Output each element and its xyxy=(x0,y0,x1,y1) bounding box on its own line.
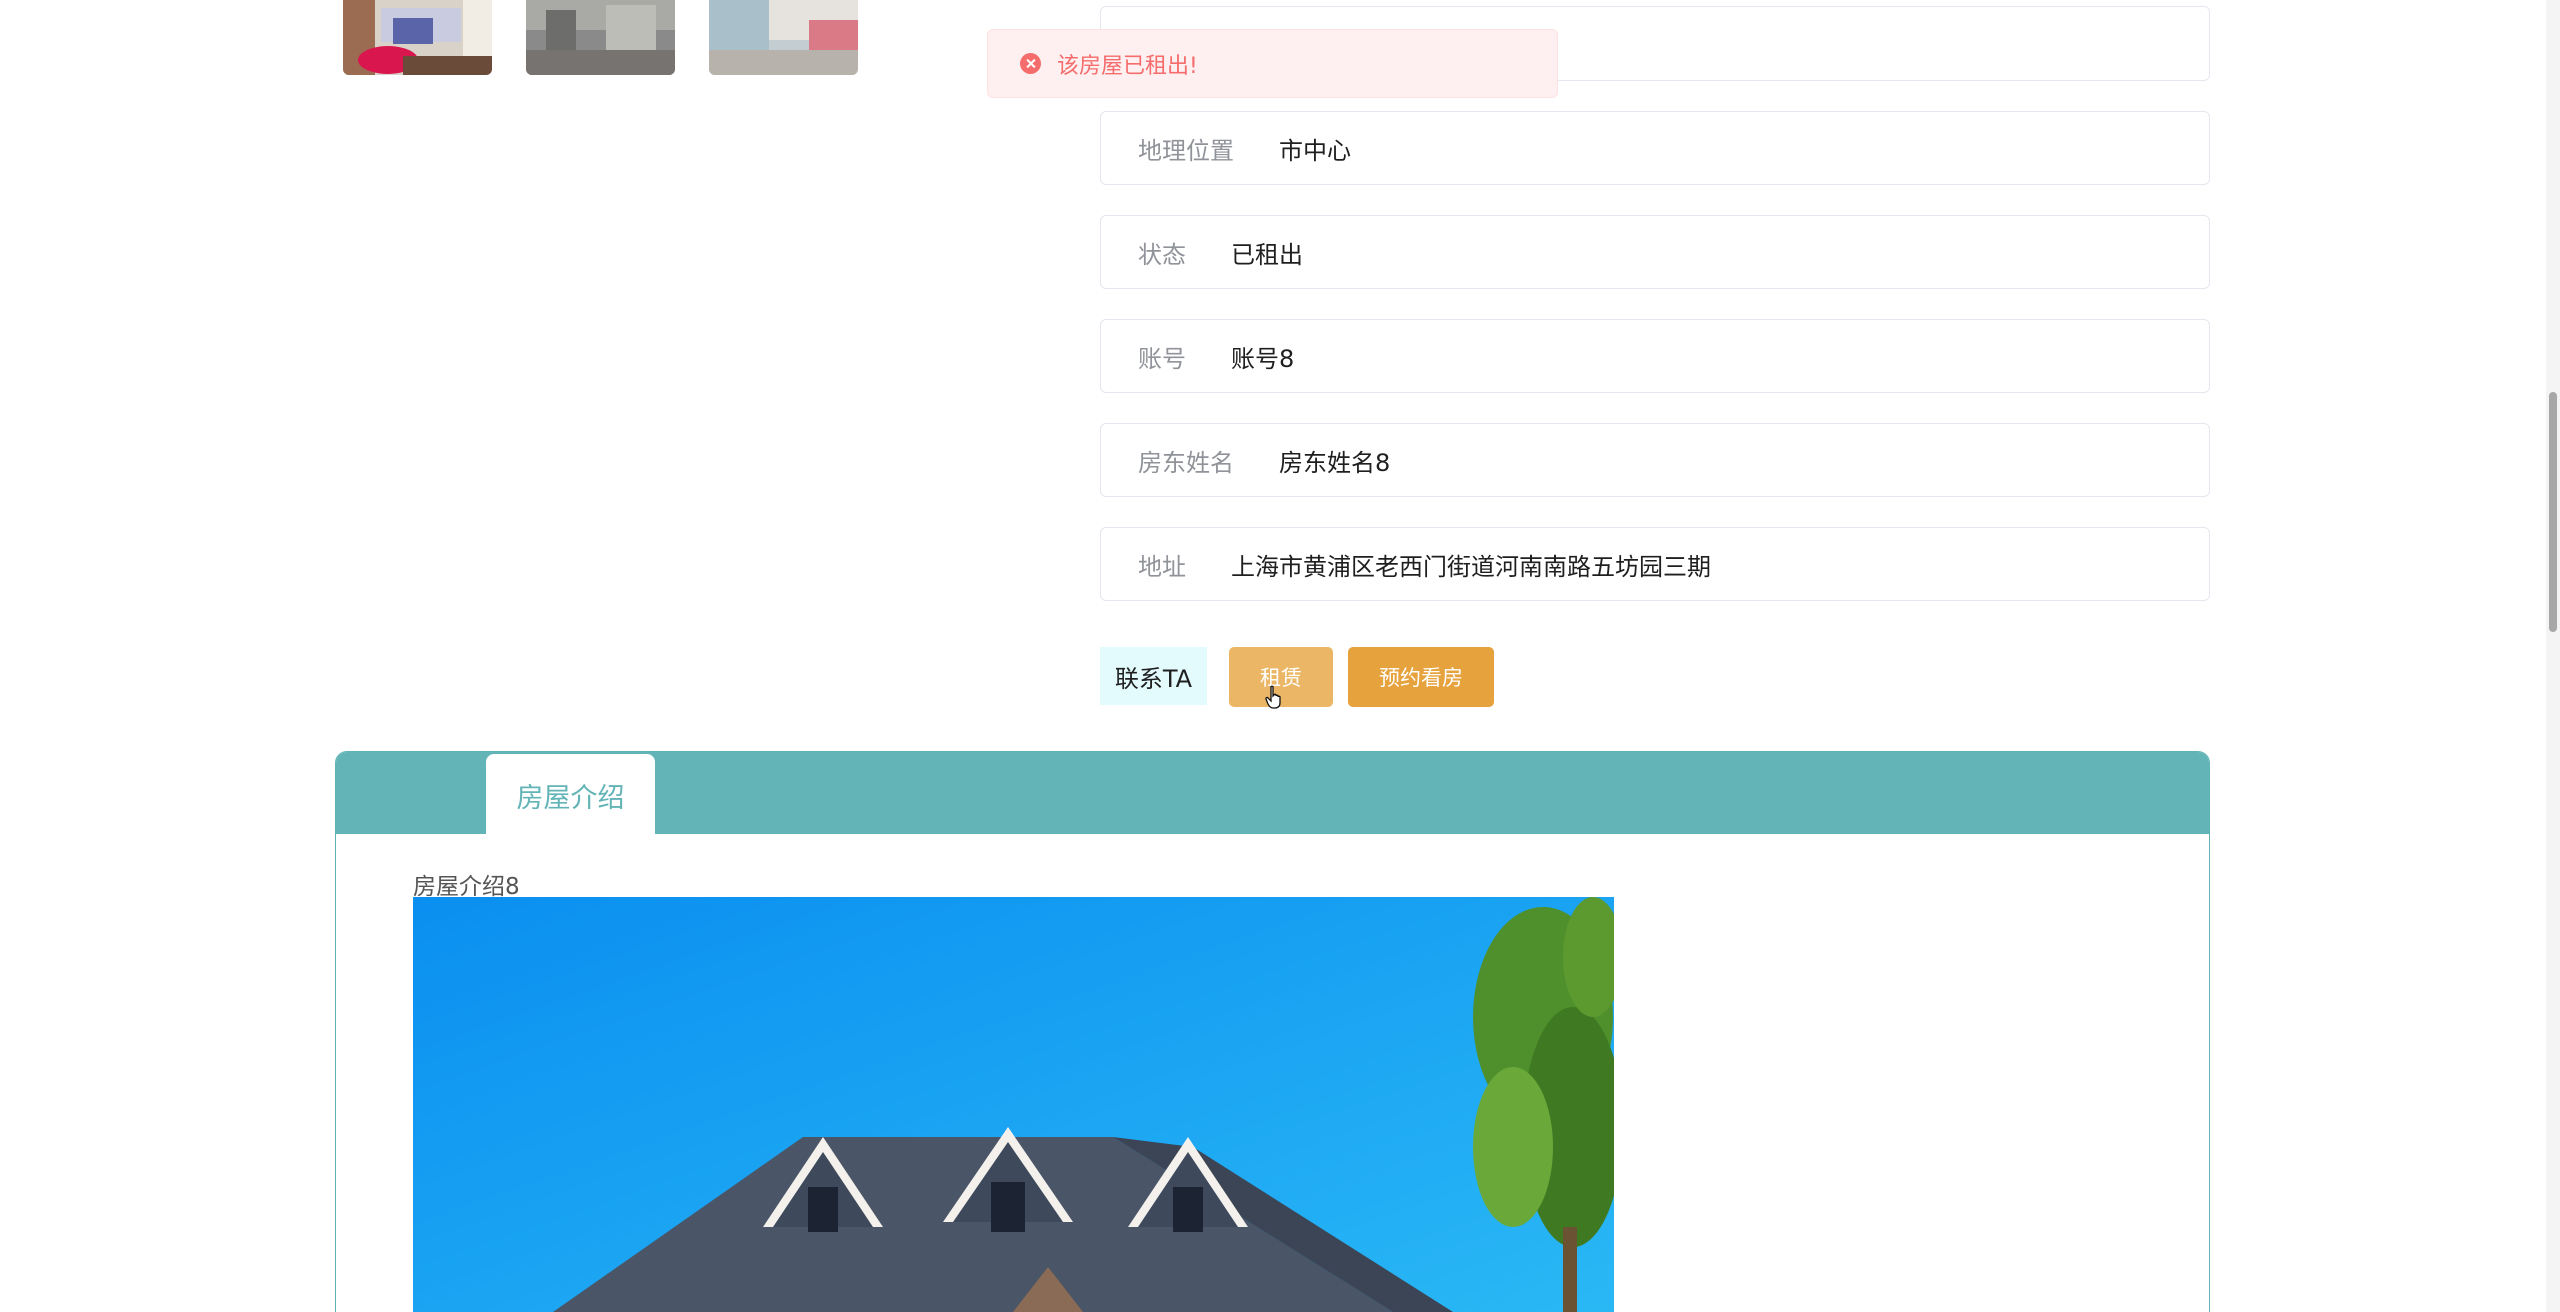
detail-field-status: 状态 已租出 xyxy=(1100,215,2210,289)
house-detail-page: 地理位置 市中心 状态 已租出 账号 账号8 房东姓名 房东姓名8 地址 上海市… xyxy=(0,0,2560,1312)
house-thumbnail-3[interactable] xyxy=(709,0,858,75)
house-intro-text: 房屋介绍8 xyxy=(413,874,520,900)
detail-label: 账号 xyxy=(1138,344,1186,373)
detail-label: 地址 xyxy=(1138,552,1186,581)
error-toast: 该房屋已租出! xyxy=(987,29,1558,98)
page-scrollbar[interactable] xyxy=(2546,0,2560,1312)
tab-house-intro[interactable]: 房屋介绍 xyxy=(486,754,655,836)
detail-value: 账号8 xyxy=(1231,344,1295,373)
hand-pointer-cursor-icon xyxy=(1265,685,1283,713)
house-photo xyxy=(413,897,1614,1312)
scrollbar-thumb[interactable] xyxy=(2549,392,2557,632)
detail-value: 上海市黄浦区老西门街道河南南路五坊园三期 xyxy=(1231,552,1711,581)
house-thumbnail-1[interactable] xyxy=(343,0,492,75)
toast-message: 该房屋已租出! xyxy=(1057,53,1198,79)
detail-value: 已租出 xyxy=(1231,240,1303,269)
detail-field-address: 地址 上海市黄浦区老西门街道河南南路五坊园三期 xyxy=(1100,527,2210,601)
house-thumbnail-2[interactable] xyxy=(526,0,675,75)
detail-label: 房东姓名 xyxy=(1138,448,1234,477)
detail-field-account: 账号 账号8 xyxy=(1100,319,2210,393)
error-circle-icon xyxy=(1020,53,1041,74)
detail-label: 状态 xyxy=(1138,240,1186,269)
book-viewing-button[interactable]: 预约看房 xyxy=(1348,647,1494,707)
detail-value: 市中心 xyxy=(1279,136,1351,165)
detail-field-landlord-name: 房东姓名 房东姓名8 xyxy=(1100,423,2210,497)
contact-button[interactable]: 联系TA xyxy=(1100,647,1207,705)
detail-label: 地理位置 xyxy=(1138,136,1234,165)
detail-value: 房东姓名8 xyxy=(1279,448,1391,477)
detail-field-location: 地理位置 市中心 xyxy=(1100,111,2210,185)
